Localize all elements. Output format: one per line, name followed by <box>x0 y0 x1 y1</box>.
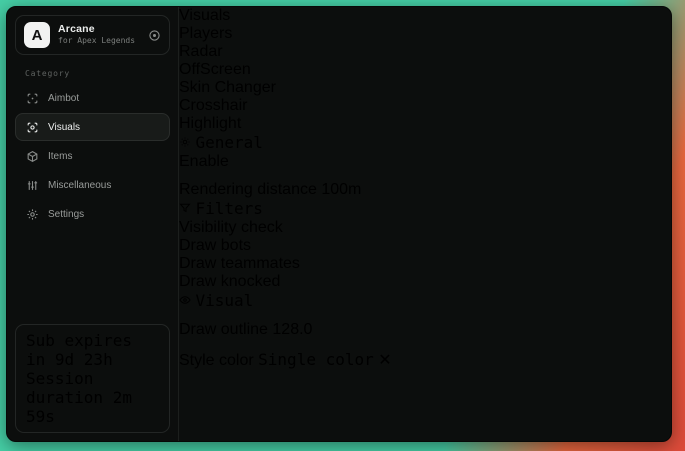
style-color-select[interactable]: Single color ✕ <box>258 350 391 369</box>
app-subtitle: for Apex Legends <box>58 36 136 46</box>
draw-bots-label: Draw bots <box>179 237 252 254</box>
target-badge-icon[interactable] <box>148 29 161 42</box>
page-title: Visuals <box>179 7 231 24</box>
rendering-distance-row: Rendering distance 100m <box>179 181 392 199</box>
rendering-distance-value: 100m <box>321 181 362 198</box>
subscription-info: Sub expires in 9d 23h Session duration 2… <box>15 324 170 433</box>
sidebar-item-label: Items <box>48 150 73 162</box>
section-title-general: General <box>195 133 263 152</box>
tab-players[interactable]: Players <box>179 25 392 43</box>
style-color-selected-value: Single color <box>258 350 374 369</box>
cube-icon <box>26 150 39 163</box>
draw-knocked-row: Draw knocked <box>179 273 392 291</box>
sidebar-item-aimbot[interactable]: Aimbot <box>15 84 170 112</box>
tab-skin-changer[interactable]: Skin Changer <box>179 79 392 97</box>
sliders-icon <box>26 179 39 192</box>
sun-icon <box>179 135 195 152</box>
draw-outline-label: Draw outline <box>179 321 268 338</box>
enable-row: Enable <box>179 153 392 171</box>
app-logo: A <box>24 22 50 48</box>
draw-teammates-label: Draw teammates <box>179 255 300 272</box>
draw-knocked-label: Draw knocked <box>179 273 281 290</box>
app-name: Arcane <box>58 22 95 35</box>
app-window: A Arcane for Apex Legends Category Aimbo… <box>6 6 672 442</box>
visual-card: Visual Draw outline 128.0 Style color Si… <box>179 291 392 370</box>
tab-bar: Players Radar OffScreen Skin Changer Cro… <box>179 25 392 133</box>
sub-expires-text: Sub expires in 9d 23h <box>26 331 132 369</box>
sidebar-item-settings[interactable]: Settings <box>15 200 170 228</box>
eye-icon <box>179 293 195 310</box>
general-card: General Enable Rendering distance 100m <box>179 133 392 199</box>
sidebar-item-label: Aimbot <box>48 92 80 104</box>
sidebar-item-visuals[interactable]: Visuals <box>15 113 170 141</box>
visibility-check-row: Visibility check <box>179 219 392 237</box>
gear-icon <box>26 208 39 221</box>
tab-offscreen[interactable]: OffScreen <box>179 61 392 79</box>
draw-outline-row: Draw outline 128.0 <box>179 321 392 339</box>
style-color-label: Style color <box>179 352 254 369</box>
crosshair-icon <box>26 92 39 105</box>
funnel-icon <box>179 201 195 218</box>
session-duration-text: Session duration 2m 59s <box>26 369 132 426</box>
scan-eye-icon <box>26 121 39 134</box>
sidebar-item-label: Miscellaneous <box>48 179 112 191</box>
style-color-row: Style color Single color ✕ <box>179 350 392 370</box>
brand-card: A Arcane for Apex Legends <box>15 15 170 55</box>
draw-outline-value: 128.0 <box>272 321 313 338</box>
draw-bots-row: Draw bots <box>179 237 392 255</box>
enable-label: Enable <box>179 153 229 170</box>
section-title-visual: Visual <box>195 291 254 310</box>
sidebar-item-miscellaneous[interactable]: Miscellaneous <box>15 171 170 199</box>
draw-teammates-row: Draw teammates <box>179 255 392 273</box>
clear-selection-button[interactable]: ✕ <box>378 352 391 369</box>
sidebar-nav: Aimbot Visuals Items Miscellaneous Setti… <box>15 84 170 228</box>
visibility-check-label: Visibility check <box>179 219 283 236</box>
sidebar-item-label: Visuals <box>48 121 81 133</box>
filters-card: Filters Visibility check Draw bots Draw … <box>179 199 392 291</box>
rendering-distance-label: Rendering distance <box>179 181 317 198</box>
category-label: Category <box>25 69 70 78</box>
tab-crosshair[interactable]: Crosshair <box>179 97 392 115</box>
sidebar-item-items[interactable]: Items <box>15 142 170 170</box>
section-title-filters: Filters <box>195 199 263 218</box>
sidebar: A Arcane for Apex Legends Category Aimbo… <box>7 7 179 441</box>
main-panel: Visuals Players Radar OffScreen Skin Cha… <box>179 7 392 441</box>
tab-highlight[interactable]: Highlight <box>179 115 392 133</box>
tab-radar[interactable]: Radar <box>179 43 392 61</box>
sidebar-item-label: Settings <box>48 208 85 220</box>
